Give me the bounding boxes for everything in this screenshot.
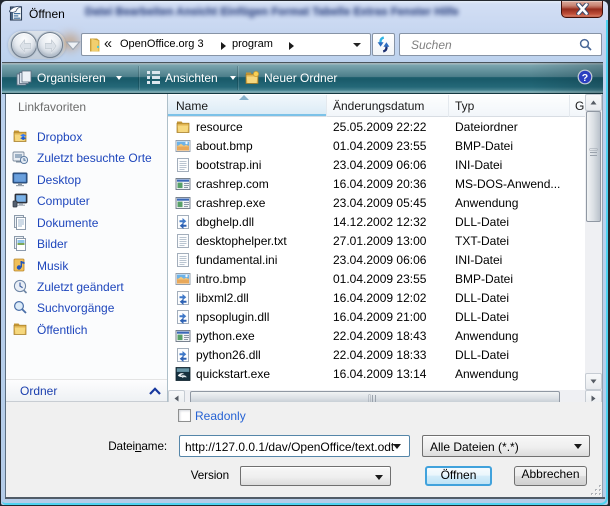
svg-text:?: ?	[582, 72, 588, 84]
